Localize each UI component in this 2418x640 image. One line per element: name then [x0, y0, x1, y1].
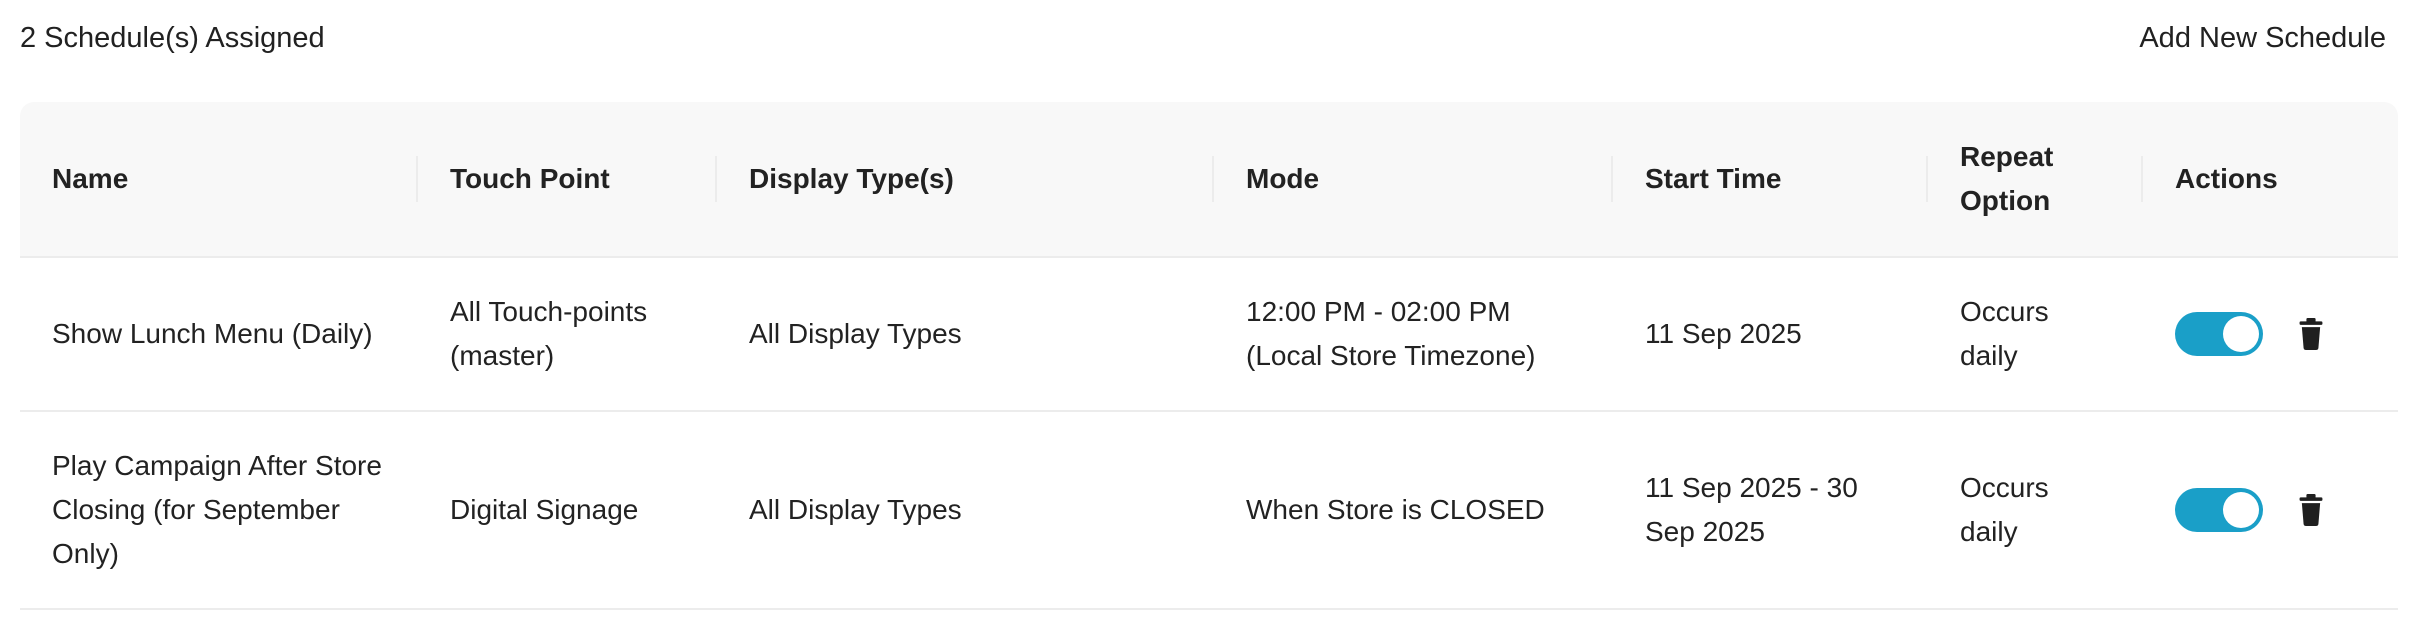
cell-display-types: All Display Types [717, 256, 1214, 412]
column-header-display-types[interactable]: Display Type(s) [717, 102, 1214, 257]
cell-name: Play Campaign After Store Closing (for S… [20, 410, 418, 610]
column-header-label: Name [52, 163, 129, 194]
toggle-knob [2223, 492, 2259, 528]
column-header-actions: Actions [2143, 102, 2398, 257]
schedules-topbar: 2 Schedule(s) Assigned Add New Schedule [20, 16, 2386, 60]
column-header-label: Touch Point [450, 163, 610, 194]
column-header-mode[interactable]: Mode [1214, 102, 1613, 257]
trash-icon[interactable] [2297, 318, 2325, 350]
column-header-label: Start Time [1645, 163, 1782, 194]
cell-mode: When Store is CLOSED [1214, 410, 1613, 610]
cell-name: Show Lunch Menu (Daily) [20, 256, 418, 412]
cell-touch-point: Digital Signage [418, 410, 717, 610]
cell-actions [2143, 256, 2398, 412]
schedule-enabled-toggle[interactable] [2175, 312, 2263, 356]
trash-icon[interactable] [2297, 494, 2325, 526]
column-header-label: Repeat Option [1960, 141, 2054, 216]
cell-repeat-option: Occurs daily [1928, 256, 2143, 412]
cell-display-types: All Display Types [717, 410, 1214, 610]
table-row[interactable]: Play Campaign After Store Closing (for S… [20, 410, 2398, 610]
table-header-row: Name Touch Point Display Type(s) Mode St… [20, 102, 2398, 257]
schedules-table: Name Touch Point Display Type(s) Mode St… [20, 102, 2398, 610]
schedules-table-container: Name Touch Point Display Type(s) Mode St… [20, 102, 2398, 610]
row-actions [2175, 488, 2366, 532]
cell-touch-point: All Touch-points (master) [418, 256, 717, 412]
cell-repeat-option: Occurs daily [1928, 410, 2143, 610]
cell-actions [2143, 410, 2398, 610]
cell-start-time: 11 Sep 2025 [1613, 256, 1928, 412]
row-actions [2175, 312, 2366, 356]
table-row[interactable]: Show Lunch Menu (Daily) All Touch-points… [20, 256, 2398, 412]
column-header-label: Display Type(s) [749, 163, 954, 194]
column-header-name[interactable]: Name [20, 102, 418, 257]
column-header-start-time[interactable]: Start Time [1613, 102, 1928, 257]
column-header-touch-point[interactable]: Touch Point [418, 102, 717, 257]
schedules-page: 2 Schedule(s) Assigned Add New Schedule … [0, 0, 2418, 640]
column-header-label: Mode [1246, 163, 1320, 194]
schedule-count-label: 2 Schedule(s) Assigned [20, 21, 325, 54]
column-header-label: Actions [2175, 163, 2278, 194]
toggle-knob [2223, 316, 2259, 352]
add-new-schedule-button[interactable]: Add New Schedule [2139, 22, 2386, 55]
cell-mode: 12:00 PM - 02:00 PM (Local Store Timezon… [1214, 256, 1613, 412]
column-header-repeat-option[interactable]: Repeat Option [1928, 102, 2143, 257]
cell-start-time: 11 Sep 2025 - 30 Sep 2025 [1613, 410, 1928, 610]
schedule-enabled-toggle[interactable] [2175, 488, 2263, 532]
